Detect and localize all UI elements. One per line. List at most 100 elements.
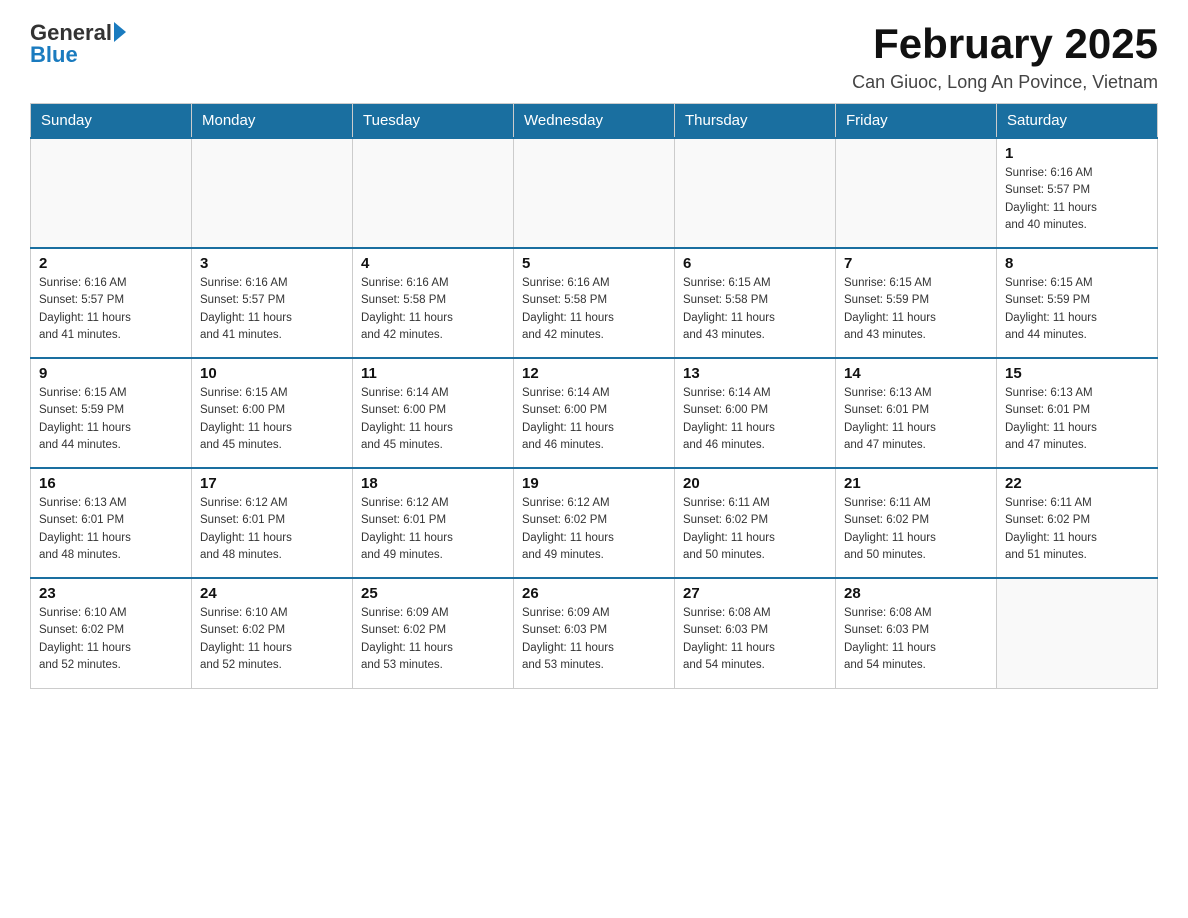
page-header: General Blue February 2025 Can Giuoc, Lo… [30, 20, 1158, 93]
calendar-cell [353, 138, 514, 248]
day-info: Sunrise: 6:09 AM Sunset: 6:03 PM Dayligh… [522, 605, 666, 674]
logo: General Blue [30, 20, 126, 68]
day-number: 10 [200, 365, 344, 382]
calendar-cell [836, 138, 997, 248]
calendar-week-row: 9 Sunrise: 6:15 AM Sunset: 5:59 PM Daylig… [31, 358, 1158, 468]
calendar-cell: 20 Sunrise: 6:11 AM Sunset: 6:02 PM Dayli… [675, 468, 836, 578]
day-number: 4 [361, 255, 505, 272]
day-info: Sunrise: 6:15 AM Sunset: 5:59 PM Dayligh… [1005, 275, 1149, 344]
calendar-week-row: 16 Sunrise: 6:13 AM Sunset: 6:01 PM Dayli… [31, 468, 1158, 578]
title-section: February 2025 Can Giuoc, Long An Povince… [852, 20, 1158, 93]
calendar-header-tuesday: Tuesday [353, 104, 514, 139]
day-number: 6 [683, 255, 827, 272]
calendar-cell: 10 Sunrise: 6:15 AM Sunset: 6:00 PM Dayli… [192, 358, 353, 468]
day-info: Sunrise: 6:09 AM Sunset: 6:02 PM Dayligh… [361, 605, 505, 674]
day-number: 25 [361, 585, 505, 602]
day-info: Sunrise: 6:11 AM Sunset: 6:02 PM Dayligh… [844, 495, 988, 564]
day-info: Sunrise: 6:14 AM Sunset: 6:00 PM Dayligh… [683, 385, 827, 454]
calendar-week-row: 2 Sunrise: 6:16 AM Sunset: 5:57 PM Daylig… [31, 248, 1158, 358]
calendar-cell: 23 Sunrise: 6:10 AM Sunset: 6:02 PM Dayli… [31, 578, 192, 688]
day-number: 26 [522, 585, 666, 602]
day-number: 20 [683, 475, 827, 492]
day-info: Sunrise: 6:15 AM Sunset: 5:59 PM Dayligh… [39, 385, 183, 454]
calendar-week-row: 1Sunrise: 6:16 AM Sunset: 5:57 PM Daylig… [31, 138, 1158, 248]
calendar-cell [997, 578, 1158, 688]
day-info: Sunrise: 6:13 AM Sunset: 6:01 PM Dayligh… [1005, 385, 1149, 454]
day-number: 12 [522, 365, 666, 382]
calendar-cell [31, 138, 192, 248]
day-number: 15 [1005, 365, 1149, 382]
calendar-cell: 14Sunrise: 6:13 AM Sunset: 6:01 PM Dayli… [836, 358, 997, 468]
day-info: Sunrise: 6:12 AM Sunset: 6:01 PM Dayligh… [361, 495, 505, 564]
day-number: 14 [844, 365, 988, 382]
calendar-cell: 26 Sunrise: 6:09 AM Sunset: 6:03 PM Dayli… [514, 578, 675, 688]
calendar-header-wednesday: Wednesday [514, 104, 675, 139]
calendar-cell: 3 Sunrise: 6:16 AM Sunset: 5:57 PM Daylig… [192, 248, 353, 358]
day-info: Sunrise: 6:16 AM Sunset: 5:57 PM Dayligh… [1005, 165, 1149, 234]
calendar-cell: 8 Sunrise: 6:15 AM Sunset: 5:59 PM Daylig… [997, 248, 1158, 358]
day-number: 23 [39, 585, 183, 602]
calendar-cell: 6 Sunrise: 6:15 AM Sunset: 5:58 PM Daylig… [675, 248, 836, 358]
calendar-cell: 17 Sunrise: 6:12 AM Sunset: 6:01 PM Dayli… [192, 468, 353, 578]
calendar-cell: 22Sunrise: 6:11 AM Sunset: 6:02 PM Dayli… [997, 468, 1158, 578]
calendar-cell: 2 Sunrise: 6:16 AM Sunset: 5:57 PM Daylig… [31, 248, 192, 358]
calendar-cell [514, 138, 675, 248]
calendar-cell: 15 Sunrise: 6:13 AM Sunset: 6:01 PM Dayli… [997, 358, 1158, 468]
calendar-cell: 13Sunrise: 6:14 AM Sunset: 6:00 PM Dayli… [675, 358, 836, 468]
calendar-cell [675, 138, 836, 248]
day-info: Sunrise: 6:15 AM Sunset: 5:59 PM Dayligh… [844, 275, 988, 344]
day-info: Sunrise: 6:08 AM Sunset: 6:03 PM Dayligh… [683, 605, 827, 674]
day-info: Sunrise: 6:08 AM Sunset: 6:03 PM Dayligh… [844, 605, 988, 674]
calendar-header-friday: Friday [836, 104, 997, 139]
calendar-cell: 5Sunrise: 6:16 AM Sunset: 5:58 PM Daylig… [514, 248, 675, 358]
calendar-cell: 18 Sunrise: 6:12 AM Sunset: 6:01 PM Dayli… [353, 468, 514, 578]
day-number: 17 [200, 475, 344, 492]
day-number: 16 [39, 475, 183, 492]
day-number: 18 [361, 475, 505, 492]
day-info: Sunrise: 6:14 AM Sunset: 6:00 PM Dayligh… [361, 385, 505, 454]
calendar-cell: 12 Sunrise: 6:14 AM Sunset: 6:00 PM Dayli… [514, 358, 675, 468]
day-number: 7 [844, 255, 988, 272]
calendar-cell: 28 Sunrise: 6:08 AM Sunset: 6:03 PM Dayli… [836, 578, 997, 688]
day-info: Sunrise: 6:10 AM Sunset: 6:02 PM Dayligh… [39, 605, 183, 674]
calendar-week-row: 23 Sunrise: 6:10 AM Sunset: 6:02 PM Dayli… [31, 578, 1158, 688]
calendar-cell: 1Sunrise: 6:16 AM Sunset: 5:57 PM Daylig… [997, 138, 1158, 248]
day-info: Sunrise: 6:13 AM Sunset: 6:01 PM Dayligh… [39, 495, 183, 564]
day-info: Sunrise: 6:12 AM Sunset: 6:01 PM Dayligh… [200, 495, 344, 564]
day-number: 24 [200, 585, 344, 602]
calendar-cell: 27 Sunrise: 6:08 AM Sunset: 6:03 PM Dayli… [675, 578, 836, 688]
main-title: February 2025 [852, 20, 1158, 68]
day-info: Sunrise: 6:10 AM Sunset: 6:02 PM Dayligh… [200, 605, 344, 674]
calendar-header-row: SundayMondayTuesdayWednesdayThursdayFrid… [31, 104, 1158, 139]
day-number: 2 [39, 255, 183, 272]
day-number: 3 [200, 255, 344, 272]
day-info: Sunrise: 6:12 AM Sunset: 6:02 PM Dayligh… [522, 495, 666, 564]
calendar-cell: 16 Sunrise: 6:13 AM Sunset: 6:01 PM Dayli… [31, 468, 192, 578]
day-info: Sunrise: 6:16 AM Sunset: 5:58 PM Dayligh… [361, 275, 505, 344]
calendar-cell: 24 Sunrise: 6:10 AM Sunset: 6:02 PM Dayli… [192, 578, 353, 688]
calendar-header-saturday: Saturday [997, 104, 1158, 139]
calendar-header-monday: Monday [192, 104, 353, 139]
calendar-header-thursday: Thursday [675, 104, 836, 139]
day-number: 9 [39, 365, 183, 382]
day-number: 5 [522, 255, 666, 272]
day-number: 8 [1005, 255, 1149, 272]
calendar-cell [192, 138, 353, 248]
logo-arrow-icon [114, 22, 126, 42]
calendar-header-sunday: Sunday [31, 104, 192, 139]
logo-blue-text: Blue [30, 42, 78, 68]
day-number: 19 [522, 475, 666, 492]
day-info: Sunrise: 6:14 AM Sunset: 6:00 PM Dayligh… [522, 385, 666, 454]
day-info: Sunrise: 6:15 AM Sunset: 6:00 PM Dayligh… [200, 385, 344, 454]
calendar-cell: 9 Sunrise: 6:15 AM Sunset: 5:59 PM Daylig… [31, 358, 192, 468]
day-info: Sunrise: 6:16 AM Sunset: 5:57 PM Dayligh… [200, 275, 344, 344]
day-number: 28 [844, 585, 988, 602]
day-info: Sunrise: 6:11 AM Sunset: 6:02 PM Dayligh… [683, 495, 827, 564]
day-info: Sunrise: 6:16 AM Sunset: 5:57 PM Dayligh… [39, 275, 183, 344]
day-number: 27 [683, 585, 827, 602]
calendar-cell: 21 Sunrise: 6:11 AM Sunset: 6:02 PM Dayli… [836, 468, 997, 578]
day-number: 21 [844, 475, 988, 492]
day-info: Sunrise: 6:15 AM Sunset: 5:58 PM Dayligh… [683, 275, 827, 344]
day-info: Sunrise: 6:11 AM Sunset: 6:02 PM Dayligh… [1005, 495, 1149, 564]
subtitle: Can Giuoc, Long An Povince, Vietnam [852, 72, 1158, 93]
